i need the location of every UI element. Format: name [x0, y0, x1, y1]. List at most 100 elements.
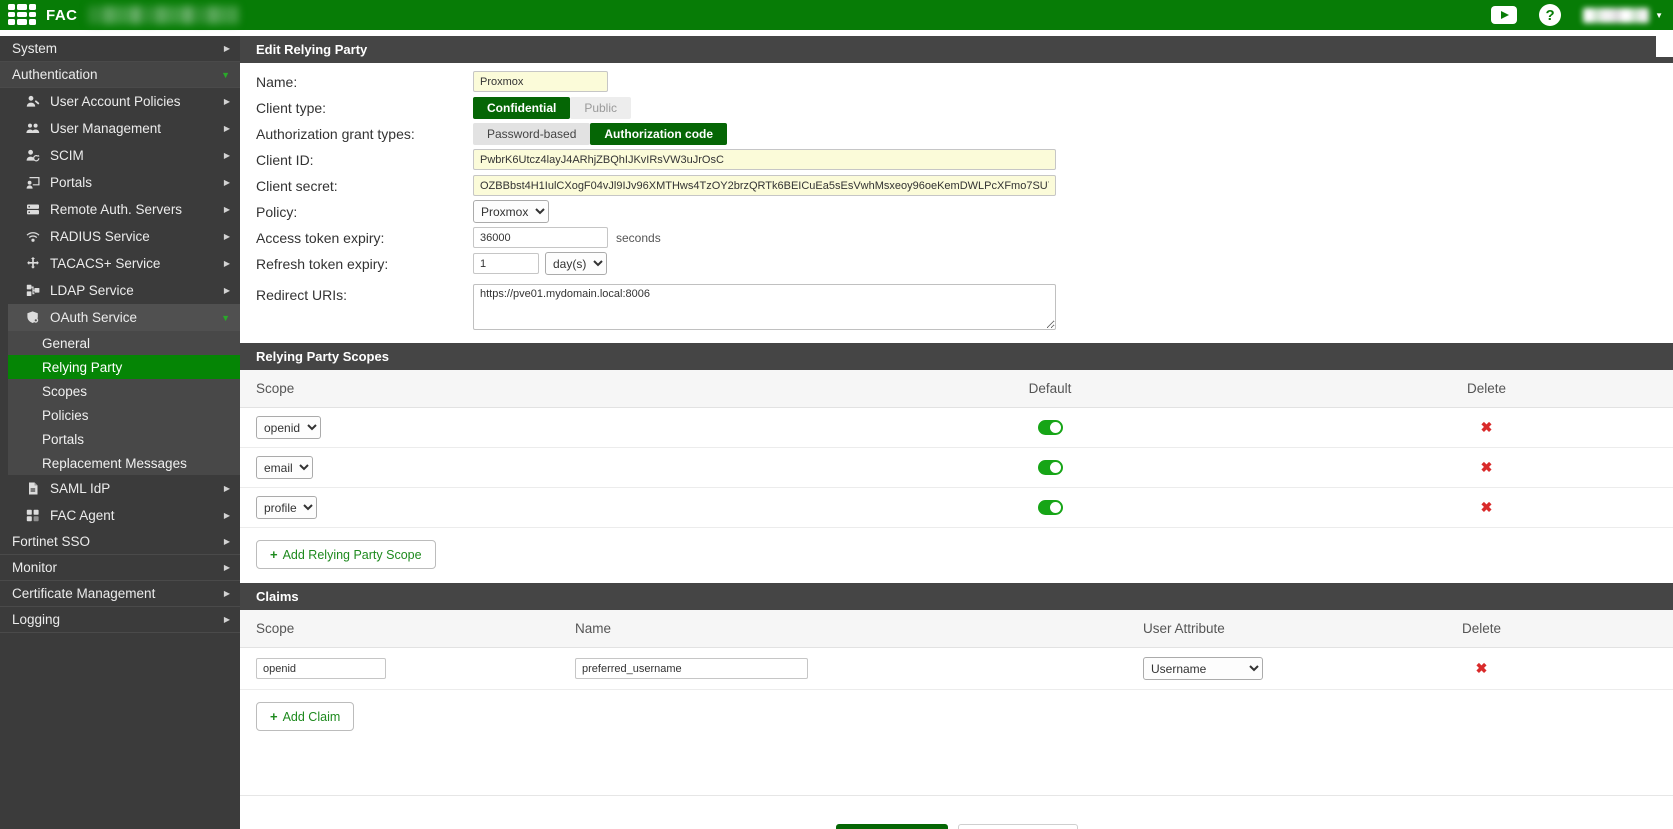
- access-token-expiry-label: Access token expiry:: [240, 230, 473, 246]
- scopes-table-header: Scope Default Delete: [240, 370, 1673, 408]
- claim-name-input[interactable]: [575, 658, 808, 679]
- policy-select[interactable]: Proxmox: [473, 200, 549, 223]
- sidebar-item-remote-auth-servers[interactable]: Remote Auth. Servers ▶: [0, 196, 240, 223]
- scope-select[interactable]: profile: [256, 496, 317, 519]
- client-id-input[interactable]: [473, 149, 1056, 170]
- redirect-uris-label: Redirect URIs:: [240, 284, 473, 303]
- grant-password-based-button[interactable]: Password-based: [473, 123, 590, 145]
- redirect-uris-textarea[interactable]: https://pve01.mydomain.local:8006: [473, 284, 1056, 330]
- sidebar-item-portals[interactable]: Portals ▶: [0, 169, 240, 196]
- sidebar-item-authentication[interactable]: Authentication ▼: [0, 62, 240, 88]
- sidebar-item-oauth-portals[interactable]: Portals: [8, 427, 240, 451]
- chevron-right-icon: ▶: [224, 97, 230, 106]
- top-bar: FAC ? ▼: [0, 0, 1673, 30]
- client-secret-input[interactable]: [473, 175, 1056, 196]
- scope-row: openid ✖: [240, 408, 1673, 448]
- claim-scope-input[interactable]: [256, 658, 386, 679]
- youtube-icon[interactable]: [1491, 6, 1517, 24]
- scopes-col-default: Default: [800, 381, 1300, 396]
- access-token-expiry-input[interactable]: [473, 227, 608, 248]
- sidebar-item-oauth-relying-party[interactable]: Relying Party: [8, 355, 240, 379]
- shield-key-icon: [26, 311, 42, 325]
- claims-table-header: Scope Name User Attribute Delete: [240, 610, 1673, 648]
- default-toggle[interactable]: [1038, 460, 1063, 475]
- sidebar-item-fac-agent[interactable]: FAC Agent ▶: [0, 502, 240, 529]
- client-type-public-button[interactable]: Public: [570, 97, 631, 119]
- scope-select[interactable]: openid: [256, 416, 321, 439]
- scrollbar[interactable]: [1656, 36, 1673, 57]
- claim-user-attribute-select[interactable]: Username: [1143, 657, 1263, 680]
- sidebar-item-oauth-policies[interactable]: Policies: [8, 403, 240, 427]
- sidebar-item-certificate-management[interactable]: Certificate Management ▶: [0, 581, 240, 607]
- sidebar-item-fortinet-sso[interactable]: Fortinet SSO ▶: [0, 529, 240, 555]
- user-sync-icon: [26, 149, 42, 163]
- sidebar-item-oauth-service[interactable]: OAuth Service ▼: [8, 304, 240, 331]
- sidebar-item-radius-service[interactable]: RADIUS Service ▶: [0, 223, 240, 250]
- scope-row: profile ✖: [240, 488, 1673, 528]
- chevron-right-icon: ▶: [224, 44, 230, 53]
- delete-icon[interactable]: ✖: [1481, 499, 1493, 515]
- delete-icon[interactable]: ✖: [1481, 459, 1493, 475]
- username-redacted: [1583, 8, 1649, 23]
- sidebar-item-system[interactable]: System ▶: [0, 36, 240, 62]
- sidebar-item-oauth-general[interactable]: General: [8, 331, 240, 355]
- scopes-col-scope: Scope: [240, 381, 800, 396]
- claim-row: Username ✖: [240, 648, 1673, 690]
- name-input[interactable]: [473, 71, 608, 92]
- delete-icon[interactable]: ✖: [1481, 419, 1493, 435]
- grant-types-label: Authorization grant types:: [240, 126, 473, 142]
- document-icon: [26, 482, 42, 496]
- chevron-right-icon: ▶: [224, 589, 230, 598]
- plus-icon: +: [270, 547, 278, 562]
- scope-row: email ✖: [240, 448, 1673, 488]
- save-button[interactable]: Save: [836, 824, 948, 829]
- wifi-icon: [26, 230, 42, 244]
- delete-icon[interactable]: ✖: [1476, 660, 1488, 676]
- grant-type-segments: Password-based Authorization code: [473, 123, 727, 145]
- claims-col-delete: Delete: [1290, 621, 1673, 636]
- portal-icon: [26, 176, 42, 190]
- help-icon[interactable]: ?: [1539, 4, 1561, 26]
- sidebar-item-oauth-replacement-messages[interactable]: Replacement Messages: [8, 451, 240, 475]
- access-token-expiry-unit: seconds: [616, 231, 661, 245]
- refresh-token-expiry-unit-select[interactable]: day(s): [545, 252, 607, 275]
- user-menu[interactable]: ▼: [1583, 8, 1663, 23]
- client-type-label: Client type:: [240, 100, 473, 116]
- client-type-confidential-button[interactable]: Confidential: [473, 97, 570, 119]
- sidebar-item-oauth-scopes[interactable]: Scopes: [8, 379, 240, 403]
- scope-select[interactable]: email: [256, 456, 313, 479]
- cancel-button[interactable]: Cancel: [958, 824, 1078, 829]
- grid-agent-icon: [26, 509, 42, 523]
- add-relying-party-scope-button[interactable]: + Add Relying Party Scope: [256, 540, 436, 569]
- refresh-token-expiry-input[interactable]: [473, 253, 539, 274]
- chevron-right-icon: ▶: [224, 124, 230, 133]
- sidebar-item-scim[interactable]: SCIM ▶: [0, 142, 240, 169]
- chevron-down-icon: ▼: [221, 313, 230, 323]
- fortiauthenticator-app: FAC ? ▼ System ▶ Authentication ▼: [0, 0, 1673, 829]
- chevron-right-icon: ▶: [224, 286, 230, 295]
- chevron-right-icon: ▶: [224, 151, 230, 160]
- chevron-right-icon: ▶: [224, 563, 230, 572]
- page-title: Edit Relying Party: [240, 36, 1673, 63]
- sidebar-item-saml-idp[interactable]: SAML IdP ▶: [0, 475, 240, 502]
- add-claim-button[interactable]: + Add Claim: [256, 702, 354, 731]
- sidebar-item-ldap-service[interactable]: LDAP Service ▶: [0, 277, 240, 304]
- grant-authorization-code-button[interactable]: Authorization code: [590, 123, 727, 145]
- sidebar-nav: System ▶ Authentication ▼ User Account P…: [0, 36, 240, 829]
- user-wrench-icon: [26, 95, 42, 109]
- chevron-right-icon: ▶: [224, 615, 230, 624]
- sidebar-item-logging[interactable]: Logging ▶: [0, 607, 240, 633]
- claims-col-name: Name: [575, 621, 1130, 636]
- chevron-right-icon: ▶: [224, 205, 230, 214]
- chevron-right-icon: ▶: [224, 537, 230, 546]
- default-toggle[interactable]: [1038, 500, 1063, 515]
- chevron-down-icon: ▼: [221, 70, 230, 80]
- chevron-right-icon: ▶: [224, 484, 230, 493]
- sidebar-item-tacacs-service[interactable]: TACACS+ Service ▶: [0, 250, 240, 277]
- default-toggle[interactable]: [1038, 420, 1063, 435]
- sidebar-item-monitor[interactable]: Monitor ▶: [0, 555, 240, 581]
- sidebar-item-user-account-policies[interactable]: User Account Policies ▶: [0, 88, 240, 115]
- scopes-col-delete: Delete: [1300, 381, 1673, 396]
- claims-col-scope: Scope: [240, 621, 575, 636]
- sidebar-item-user-management[interactable]: User Management ▶: [0, 115, 240, 142]
